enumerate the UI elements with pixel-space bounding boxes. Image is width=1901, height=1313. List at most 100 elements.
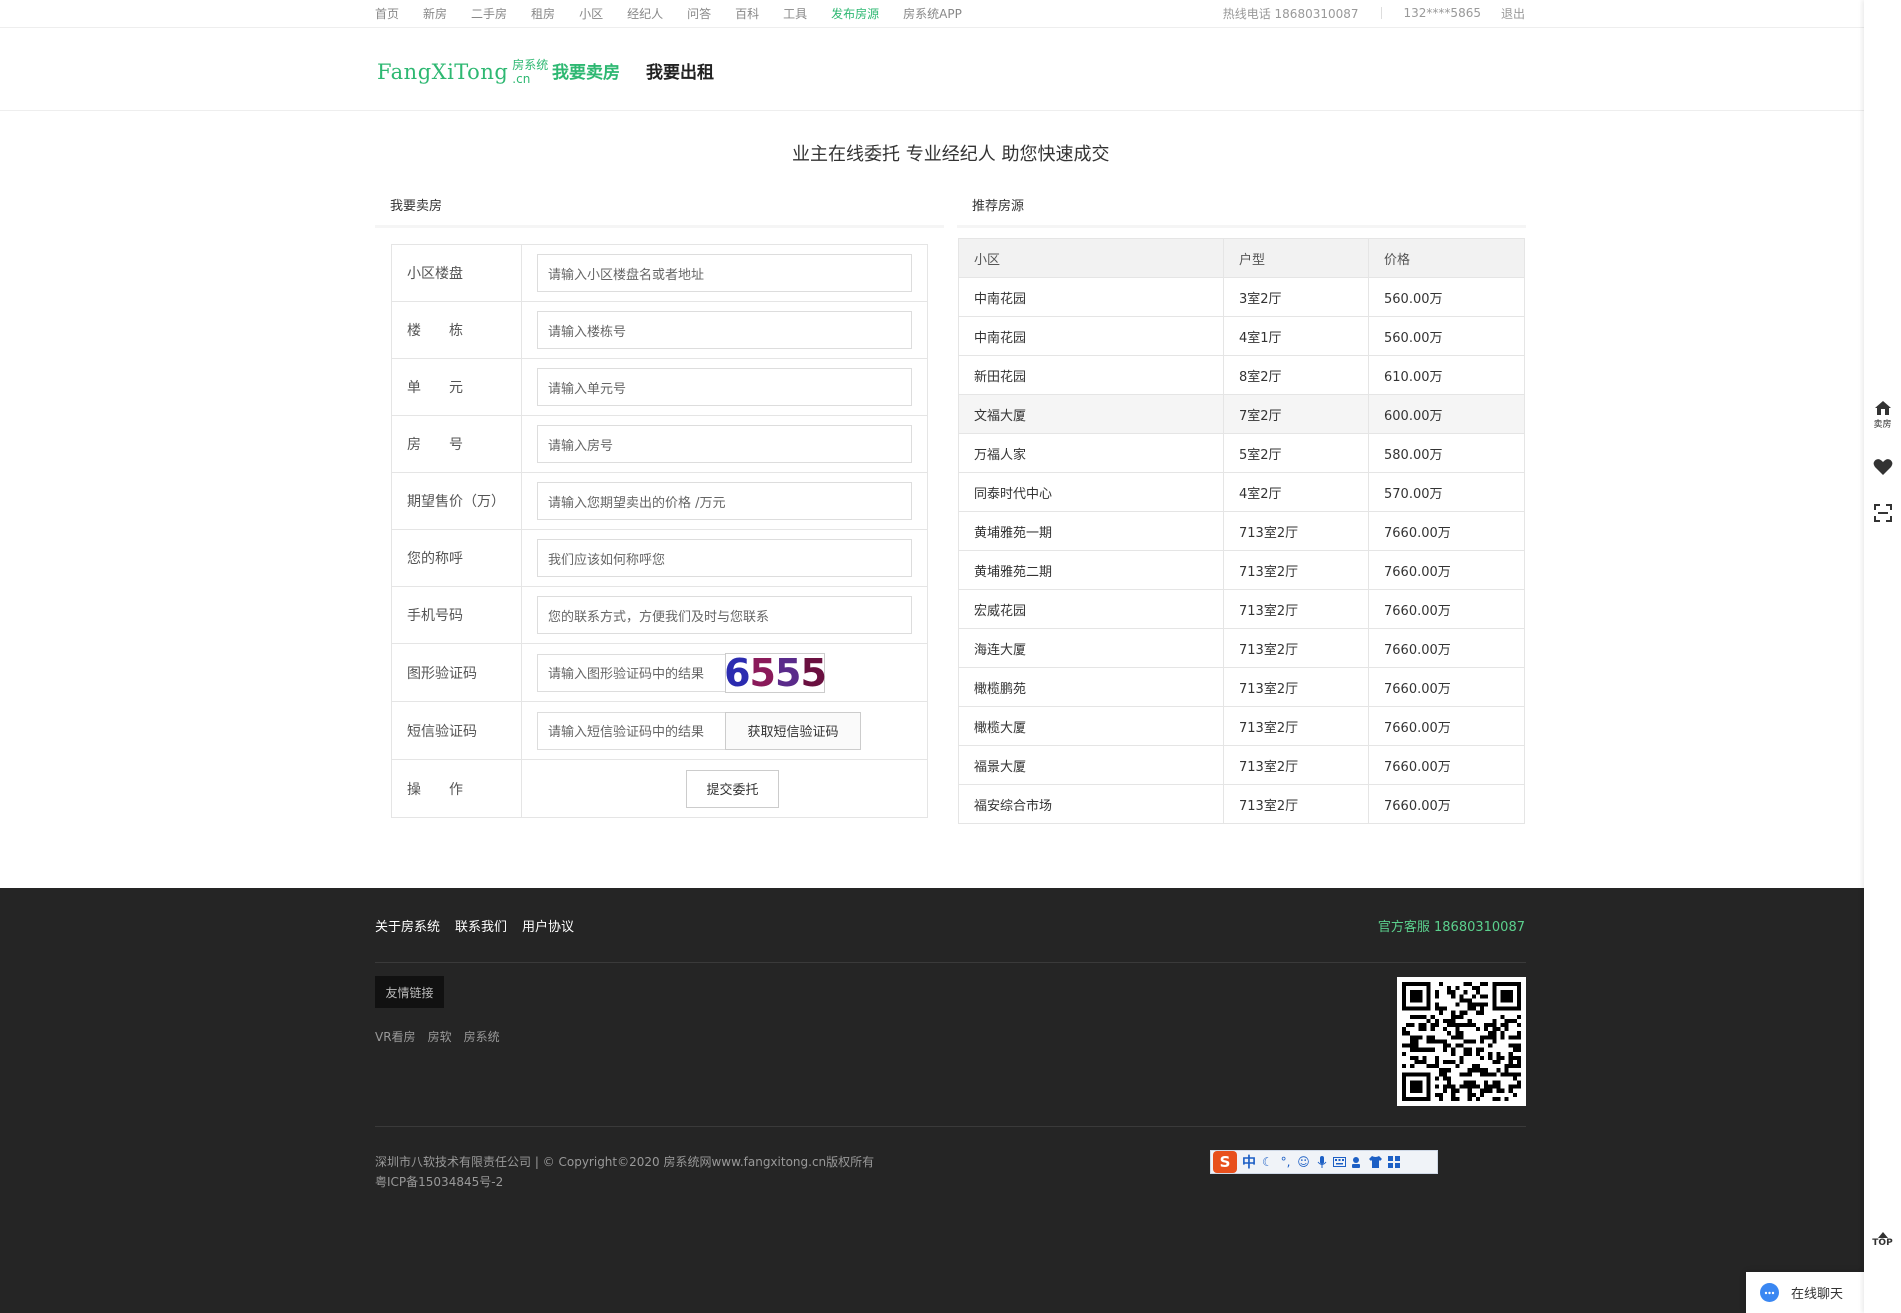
top-nav-link[interactable]: 问答 [687, 5, 711, 22]
friend-link-fangruan[interactable]: 房软 [428, 1028, 452, 1045]
ime-toolbar[interactable]: S 中 ☾ °, ☺ [1210, 1150, 1438, 1174]
keyboard-icon[interactable] [1333, 1156, 1346, 1169]
submit-button[interactable]: 提交委托 [686, 769, 779, 808]
captcha-char: 5 [775, 650, 801, 695]
form-field: 请输入您期望卖出的价格 /万元 [522, 473, 927, 529]
scan-icon [1873, 504, 1892, 522]
cell-price: 7660.00万 [1368, 628, 1525, 668]
cell-price: 7660.00万 [1368, 589, 1525, 629]
captcha-char: 6 [724, 650, 750, 695]
back-to-top-button[interactable]: TOP [1864, 1232, 1901, 1248]
top-right-info: 热线电话 18680310087 132****5865 退出 [1223, 0, 1525, 26]
top-nav-link[interactable]: 发布房源 [831, 5, 879, 22]
cell-community: 福景大厦 [958, 745, 1224, 785]
table-row[interactable]: 中南花园 3室2厅 560.00万 [958, 277, 1525, 317]
sms-label: 短信验证码 [392, 702, 522, 759]
cell-layout: 713室2厅 [1223, 589, 1369, 629]
table-row[interactable]: 橄榄鹏苑 713室2厅 7660.00万 [958, 667, 1525, 707]
footer-link-agreement[interactable]: 用户协议 [522, 916, 574, 935]
table-row[interactable]: 橄榄大厦 713室2厅 7660.00万 [958, 706, 1525, 746]
table-row[interactable]: 同泰时代中心 4室2厅 570.00万 [958, 472, 1525, 512]
cell-community: 同泰时代中心 [958, 472, 1224, 512]
form-field: 请输入小区楼盘名或者地址 [522, 245, 927, 301]
side-sell-button[interactable]: 卖房 [1864, 400, 1901, 430]
text-input[interactable]: 请输入您期望卖出的价格 /万元 [537, 482, 912, 520]
ime-mode[interactable]: 中 [1242, 1152, 1256, 1172]
cell-price: 7660.00万 [1368, 550, 1525, 590]
top-nav-link[interactable]: 经纪人 [627, 5, 663, 22]
table-row[interactable]: 黄埔雅苑一期 713室2厅 7660.00万 [958, 511, 1525, 551]
sms-code-input[interactable]: 请输入短信验证码中的结果 [537, 711, 725, 750]
top-nav-link[interactable]: 小区 [579, 5, 603, 22]
moon-icon[interactable]: ☾ [1261, 1155, 1274, 1169]
site-logo[interactable]: FangXiTong 房系统 .cn [377, 56, 548, 88]
table-row[interactable]: 宏威花园 713室2厅 7660.00万 [958, 589, 1525, 629]
captcha-image[interactable]: 6555 [724, 650, 827, 695]
cell-price: 570.00万 [1368, 472, 1525, 512]
chat-label: 在线聊天 [1791, 1287, 1844, 1302]
text-input[interactable]: 您的联系方式，方便我们及时与您联系 [537, 596, 912, 634]
logo-main-text: FangXiTong [377, 60, 509, 84]
table-row[interactable]: 福安综合市场 713室2厅 7660.00万 [958, 784, 1525, 824]
captcha-input[interactable]: 请输入图形验证码中的结果 [537, 653, 725, 692]
side-scan-button[interactable] [1864, 504, 1901, 522]
friend-link-vr[interactable]: VR看房 [375, 1028, 416, 1045]
header-tabs: 我要卖房 我要出租 [552, 58, 714, 83]
side-favorite-button[interactable] [1864, 458, 1901, 476]
text-input[interactable]: 请输入房号 [537, 425, 912, 463]
user-tools-icon[interactable] [1351, 1156, 1364, 1169]
footer-link-about[interactable]: 关于房系统 [375, 916, 440, 935]
tab-sell[interactable]: 我要卖房 [552, 58, 620, 83]
friend-link-fangxitong[interactable]: 房系统 [464, 1028, 500, 1045]
table-row[interactable]: 文福大厦 7室2厅 600.00万 [958, 394, 1525, 434]
table-row[interactable]: 万福人家 5室2厅 580.00万 [958, 433, 1525, 473]
cell-community: 橄榄鹏苑 [958, 667, 1224, 707]
cell-price: 7660.00万 [1368, 667, 1525, 707]
logout-link[interactable]: 退出 [1501, 5, 1525, 22]
cell-community: 文福大厦 [958, 394, 1224, 434]
online-chat-button[interactable]: 在线聊天 [1746, 1272, 1864, 1313]
top-nav-link[interactable]: 首页 [375, 5, 399, 22]
sms-row: 短信验证码 请输入短信验证码中的结果 获取短信验证码 [392, 702, 927, 760]
column-header-community: 小区 [958, 238, 1224, 278]
table-row[interactable]: 黄埔雅苑二期 713室2厅 7660.00万 [958, 550, 1525, 590]
footer-link-contact[interactable]: 联系我们 [455, 916, 507, 935]
cell-community: 中南花园 [958, 277, 1224, 317]
text-input[interactable]: 我们应该如何称呼您 [537, 539, 912, 577]
sell-form-panel: 我要卖房 小区楼盘 请输入小区楼盘名或者地址楼 栋请输入楼栋号单 元请输入单元号房… [375, 190, 944, 833]
cell-price: 7660.00万 [1368, 706, 1525, 746]
sell-form-title: 我要卖房 [375, 190, 944, 228]
top-nav-link[interactable]: 房系统APP [903, 5, 962, 22]
page: 首页 新房 二手房 租房 小区 经纪人 问答 百科 工具 发布房源 房系统APP 热线电话 1868… [0, 0, 1901, 1313]
microphone-icon[interactable] [1315, 1155, 1328, 1169]
toolbox-grid-icon[interactable] [1387, 1156, 1400, 1169]
copyright-line: 深圳市八软技术有限责任公司 | © Copyright©2020 房系统网www… [375, 1155, 875, 1169]
top-nav-link[interactable]: 工具 [783, 5, 807, 22]
cell-price: 7660.00万 [1368, 745, 1525, 785]
punctuation-icon[interactable]: °, [1279, 1155, 1292, 1169]
table-row[interactable]: 海连大厦 713室2厅 7660.00万 [958, 628, 1525, 668]
cell-layout: 8室2厅 [1223, 355, 1369, 395]
text-input[interactable]: 请输入小区楼盘名或者地址 [537, 254, 912, 292]
sms-field: 请输入短信验证码中的结果 获取短信验证码 [522, 702, 927, 759]
table-row[interactable]: 福景大厦 713室2厅 7660.00万 [958, 745, 1525, 785]
top-nav-link[interactable]: 二手房 [471, 5, 507, 22]
column-header-price: 价格 [1368, 238, 1525, 278]
text-input[interactable]: 请输入楼栋号 [537, 311, 912, 349]
copyright: 深圳市八软技术有限责任公司 | © Copyright©2020 房系统网www… [375, 1152, 874, 1192]
get-sms-code-button[interactable]: 获取短信验证码 [725, 711, 861, 750]
icp-number[interactable]: 粤ICP备15034845号-2 [375, 1172, 874, 1192]
top-nav-link[interactable]: 租房 [531, 5, 555, 22]
text-input[interactable]: 请输入单元号 [537, 368, 912, 406]
top-nav-link[interactable]: 百科 [735, 5, 759, 22]
table-row[interactable]: 新田花园 8室2厅 610.00万 [958, 355, 1525, 395]
table-row[interactable]: 中南花园 4室1厅 560.00万 [958, 316, 1525, 356]
captcha-field: 请输入图形验证码中的结果 6555 [522, 644, 927, 701]
tab-rent[interactable]: 我要出租 [646, 58, 714, 83]
footer-service-hotline: 官方客服 18680310087 [1377, 920, 1525, 935]
top-nav-link[interactable]: 新房 [423, 5, 447, 22]
skin-shirt-icon[interactable] [1369, 1156, 1382, 1169]
user-account-link[interactable]: 132****5865 [1404, 6, 1481, 20]
cell-community: 海连大厦 [958, 628, 1224, 668]
smiley-icon[interactable]: ☺ [1297, 1155, 1310, 1169]
